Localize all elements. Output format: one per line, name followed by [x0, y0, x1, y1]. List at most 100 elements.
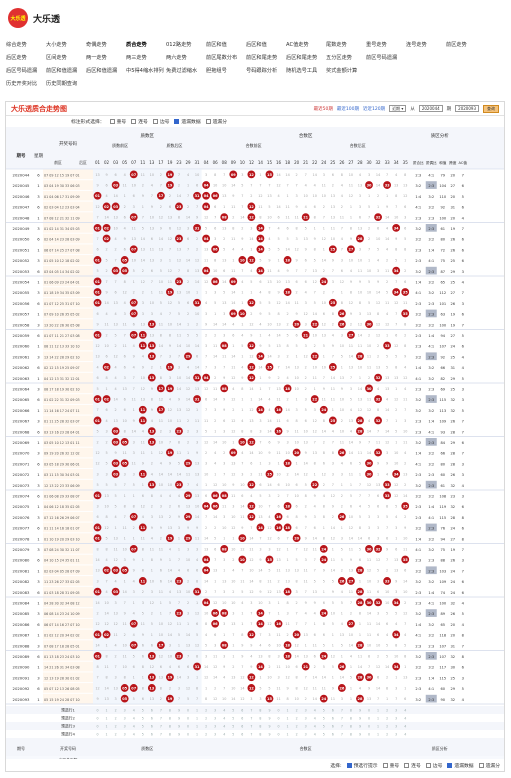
omission-cell: 8 — [96, 547, 98, 551]
nav-link[interactable]: 免费过滤缩水 — [166, 67, 206, 74]
nav-link[interactable]: 后区和尾走势 — [286, 54, 326, 61]
nav-link[interactable]: 尾数走势 — [326, 41, 366, 48]
nav-link[interactable]: 胆拖组号 — [206, 67, 246, 74]
nav-link[interactable]: 后区走势 — [6, 54, 46, 61]
nav-link[interactable]: 后区和值 — [246, 41, 286, 48]
recent120-link[interactable]: 近近120期 — [363, 106, 385, 112]
nav-link[interactable]: 前区和值 — [206, 41, 246, 48]
omission-cell: 7 — [151, 194, 153, 198]
footer-option[interactable]: 连号 — [404, 762, 421, 769]
nav-link[interactable]: 前区号码遗漏 — [366, 54, 406, 61]
omission-cell: 7 — [142, 216, 144, 220]
checkbox-icon[interactable] — [382, 762, 388, 768]
omission-cell: 1 — [214, 579, 216, 583]
issue-cell: 2020051 — [13, 247, 30, 252]
mark-option[interactable]: 边号 — [152, 118, 169, 125]
nav-link[interactable]: 区间走势 — [46, 54, 86, 61]
analysis-cell: 19 — [450, 313, 455, 317]
nav-link[interactable]: 后区号码遗漏 — [6, 67, 46, 74]
nav-link[interactable]: 奇偶走势 — [86, 41, 126, 48]
omission-cell: 4 — [96, 365, 98, 369]
nav-link[interactable]: 历史同期查询 — [46, 80, 86, 87]
omission-cell: 9 — [223, 408, 225, 412]
nav-link[interactable]: 历史开奖对比 — [6, 80, 46, 87]
nav-link[interactable]: 两一走势 — [86, 54, 126, 61]
nav-link[interactable]: 012路走势 — [166, 41, 206, 48]
omission-cell: 4 — [368, 419, 370, 423]
nav-link[interactable]: 连号走势 — [406, 41, 446, 48]
nav-link[interactable]: 重号走势 — [366, 41, 406, 48]
omission-cell: 13 — [113, 419, 117, 423]
nav-link[interactable]: 前区和尾走势 — [246, 54, 286, 61]
recent50-link[interactable]: 最近50期 — [314, 106, 333, 112]
omission-cell: 1 — [133, 537, 135, 541]
footer-option[interactable]: 遗漏数据 — [447, 762, 474, 769]
nav-link[interactable]: 两六走势 — [166, 54, 206, 61]
nav-link[interactable]: 随机选号工具 — [286, 67, 326, 74]
recent100-link[interactable]: 最近100期 — [337, 106, 359, 112]
checkbox-icon[interactable] — [404, 762, 410, 768]
omission-cell: 14 — [358, 537, 362, 541]
footer-option[interactable]: 预选行提示 — [346, 762, 378, 769]
footer-option[interactable]: 边号 — [425, 762, 442, 769]
from-input[interactable]: 2020044 — [418, 105, 443, 112]
omission-cell: 12 — [294, 248, 298, 252]
omission-cell: 2 — [341, 504, 343, 508]
ball-label: 32 — [376, 216, 381, 220]
mark-option[interactable]: 遗漏分 — [205, 118, 227, 125]
checkbox-icon[interactable] — [478, 762, 484, 768]
nav-link[interactable]: AC值走势 — [286, 41, 326, 48]
period-select[interactable]: 近期 ▾ — [389, 105, 407, 112]
footer-option[interactable]: 重号 — [382, 762, 399, 769]
checkbox-icon[interactable] — [174, 119, 180, 124]
omission-cell: 4 — [133, 633, 135, 637]
nav-link[interactable]: 前区尾数分布 — [206, 54, 246, 61]
omission-cell: 13 — [141, 248, 145, 252]
ball-label: 30 — [367, 472, 372, 476]
nav-link[interactable]: 综合走势 — [6, 41, 46, 48]
nav-link[interactable]: 奖式金额计算 — [326, 67, 366, 74]
omission-cell: 5 — [133, 269, 135, 273]
footer-option[interactable]: 遗漏分 — [478, 762, 500, 769]
omission-cell: 13 — [258, 654, 262, 658]
omission-cell: 10 — [159, 440, 163, 444]
checkbox-icon[interactable] — [152, 119, 158, 124]
checkbox-icon[interactable] — [447, 762, 453, 768]
analysis-cell: 3:2 — [415, 184, 421, 188]
omission-cell: 14 — [349, 644, 353, 648]
omission-cell: 12 — [123, 290, 127, 294]
nav-link[interactable]: 前区和值遗漏 — [46, 67, 86, 74]
nav-link[interactable]: 两三走势 — [126, 54, 166, 61]
checkbox-icon[interactable] — [109, 119, 115, 124]
nav-link[interactable]: 五分区走势 — [326, 54, 366, 61]
nav-link[interactable]: 后区和值遗漏 — [86, 67, 126, 74]
mark-option[interactable]: 遗漏数据 — [174, 118, 201, 125]
omission-cell: 4 — [232, 248, 234, 252]
omission-cell: 11 — [123, 344, 127, 348]
nav-link[interactable]: 质合走势 — [126, 41, 166, 48]
omission-cell: 14 — [294, 472, 298, 476]
checkbox-icon[interactable] — [425, 762, 431, 768]
nav-link[interactable]: 前区走势 — [446, 41, 486, 48]
issue-cell: 2020055 — [13, 290, 30, 295]
nav-link[interactable]: 中5得4缩水排列 — [126, 67, 166, 74]
nav-link[interactable]: 号码跟踪分析 — [246, 67, 286, 74]
analysis-cell: 26 — [450, 559, 455, 563]
omission-cell: 1 — [359, 633, 361, 637]
checkbox-icon[interactable] — [131, 119, 137, 124]
omission-cell: 3 — [386, 451, 388, 455]
nav-link[interactable]: 大小走势 — [46, 41, 86, 48]
to-input[interactable]: 2020093 — [455, 105, 479, 112]
query-button[interactable]: 查询 — [483, 104, 499, 113]
omission-cell: 8 — [133, 504, 135, 508]
mark-option[interactable]: 重号 — [109, 118, 126, 125]
omission-cell: 11 — [258, 472, 262, 476]
checkbox-icon[interactable] — [346, 762, 352, 768]
analysis-cell: 92 — [440, 355, 445, 359]
omission-cell: 9 — [160, 558, 162, 562]
mark-option[interactable]: 连号 — [131, 118, 148, 125]
omission-cell: 1 — [350, 216, 352, 220]
omission-cell: 11 — [267, 269, 271, 273]
checkbox-icon[interactable] — [205, 119, 211, 124]
logo-icon[interactable]: 大乐透 — [8, 8, 28, 28]
